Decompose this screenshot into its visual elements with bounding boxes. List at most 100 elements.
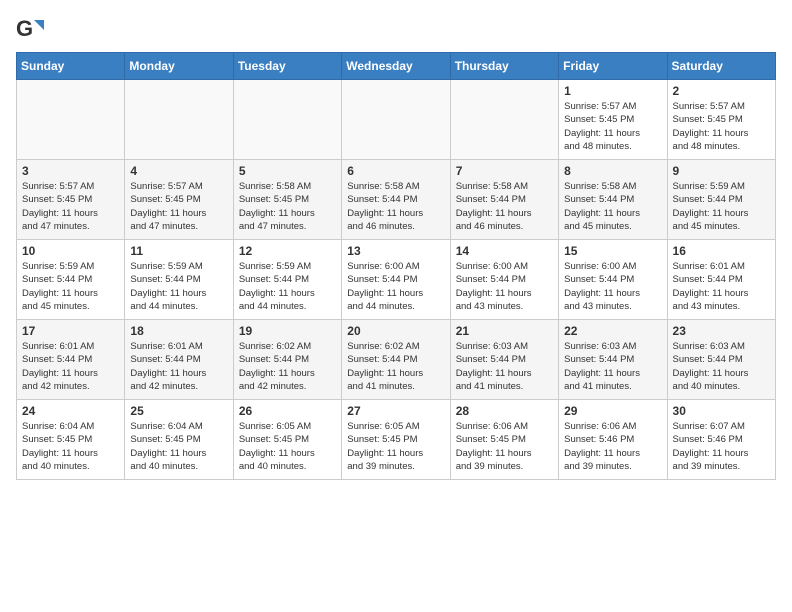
calendar-cell: 23 Sunrise: 6:03 AM Sunset: 5:44 PM Dayli…: [667, 320, 775, 400]
day-info: Sunrise: 5:58 AM Sunset: 5:44 PM Dayligh…: [347, 180, 444, 233]
day-number: 5: [239, 164, 336, 178]
calendar-cell: 3 Sunrise: 5:57 AM Sunset: 5:45 PM Daylig…: [17, 160, 125, 240]
calendar-header-row: SundayMondayTuesdayWednesdayThursdayFrid…: [17, 53, 776, 80]
calendar-cell: 25 Sunrise: 6:04 AM Sunset: 5:45 PM Dayli…: [125, 400, 233, 480]
day-info: Sunrise: 6:05 AM Sunset: 5:45 PM Dayligh…: [239, 420, 336, 473]
weekday-header: Sunday: [17, 53, 125, 80]
calendar-cell: 2 Sunrise: 5:57 AM Sunset: 5:45 PM Daylig…: [667, 80, 775, 160]
day-number: 27: [347, 404, 444, 418]
calendar-cell: 27 Sunrise: 6:05 AM Sunset: 5:45 PM Dayli…: [342, 400, 450, 480]
day-info: Sunrise: 6:00 AM Sunset: 5:44 PM Dayligh…: [456, 260, 553, 313]
day-number: 24: [22, 404, 119, 418]
calendar-cell: 4Sunrise: 5:57 AM Sunset: 5:45 PM Daylig…: [125, 160, 233, 240]
day-number: 8: [564, 164, 661, 178]
day-info: Sunrise: 5:57 AM Sunset: 5:45 PM Dayligh…: [564, 100, 661, 153]
calendar-week-row: 17 Sunrise: 6:01 AM Sunset: 5:44 PM Dayli…: [17, 320, 776, 400]
day-info: Sunrise: 6:04 AM Sunset: 5:45 PM Dayligh…: [22, 420, 119, 473]
calendar-week-row: 1 Sunrise: 5:57 AM Sunset: 5:45 PM Daylig…: [17, 80, 776, 160]
day-info: Sunrise: 6:01 AM Sunset: 5:44 PM Dayligh…: [673, 260, 770, 313]
weekday-header: Thursday: [450, 53, 558, 80]
day-info: Sunrise: 5:59 AM Sunset: 5:44 PM Dayligh…: [130, 260, 227, 313]
day-number: 3: [22, 164, 119, 178]
day-info: Sunrise: 6:02 AM Sunset: 5:44 PM Dayligh…: [347, 340, 444, 393]
day-number: 18: [130, 324, 227, 338]
day-info: Sunrise: 6:06 AM Sunset: 5:45 PM Dayligh…: [456, 420, 553, 473]
day-number: 30: [673, 404, 770, 418]
calendar-cell: 20 Sunrise: 6:02 AM Sunset: 5:44 PM Dayli…: [342, 320, 450, 400]
day-number: 15: [564, 244, 661, 258]
calendar-cell: 26 Sunrise: 6:05 AM Sunset: 5:45 PM Dayli…: [233, 400, 341, 480]
day-info: Sunrise: 5:57 AM Sunset: 5:45 PM Dayligh…: [130, 180, 227, 233]
day-info: Sunrise: 6:04 AM Sunset: 5:45 PM Dayligh…: [130, 420, 227, 473]
calendar-cell: 13 Sunrise: 6:00 AM Sunset: 5:44 PM Dayli…: [342, 240, 450, 320]
calendar-cell: 12 Sunrise: 5:59 AM Sunset: 5:44 PM Dayli…: [233, 240, 341, 320]
day-number: 7: [456, 164, 553, 178]
calendar-cell: 10Sunrise: 5:59 AM Sunset: 5:44 PM Dayli…: [17, 240, 125, 320]
calendar-week-row: 24 Sunrise: 6:04 AM Sunset: 5:45 PM Dayli…: [17, 400, 776, 480]
page-header: G: [16, 16, 776, 44]
day-number: 28: [456, 404, 553, 418]
day-number: 2: [673, 84, 770, 98]
calendar-cell: 28 Sunrise: 6:06 AM Sunset: 5:45 PM Dayli…: [450, 400, 558, 480]
logo-icon: G: [16, 16, 44, 44]
day-info: Sunrise: 5:57 AM Sunset: 5:45 PM Dayligh…: [673, 100, 770, 153]
svg-text:G: G: [16, 16, 33, 41]
day-number: 20: [347, 324, 444, 338]
calendar-week-row: 10 Sunrise: 5:59 AM Sunset: 5:44 PM Dayli…: [17, 240, 776, 320]
day-number: 10: [22, 244, 119, 258]
day-info: Sunrise: 6:07 AM Sunset: 5:46 PM Dayligh…: [673, 420, 770, 473]
day-number: 23: [673, 324, 770, 338]
day-info: Sunrise: 5:58 AM Sunset: 5:44 PM Dayligh…: [456, 180, 553, 233]
calendar-cell: 1 Sunrise: 5:57 AM Sunset: 5:45 PM Daylig…: [559, 80, 667, 160]
day-number: 11: [130, 244, 227, 258]
day-info: Sunrise: 6:00 AM Sunset: 5:44 PM Dayligh…: [347, 260, 444, 313]
calendar-cell: 9 Sunrise: 5:59 AM Sunset: 5:44 PM Daylig…: [667, 160, 775, 240]
day-number: 13: [347, 244, 444, 258]
day-info: Sunrise: 6:03 AM Sunset: 5:44 PM Dayligh…: [564, 340, 661, 393]
calendar-cell: [233, 80, 341, 160]
day-info: Sunrise: 5:59 AM Sunset: 5:44 PM Dayligh…: [239, 260, 336, 313]
day-number: 1: [564, 84, 661, 98]
calendar-cell: 7 Sunrise: 5:58 AM Sunset: 5:44 PM Daylig…: [450, 160, 558, 240]
calendar-cell: 17 Sunrise: 6:01 AM Sunset: 5:44 PM Dayli…: [17, 320, 125, 400]
calendar-cell: 16 Sunrise: 6:01 AM Sunset: 5:44 PM Dayli…: [667, 240, 775, 320]
calendar-cell: 6 Sunrise: 5:58 AM Sunset: 5:44 PM Daylig…: [342, 160, 450, 240]
day-number: 14: [456, 244, 553, 258]
day-number: 29: [564, 404, 661, 418]
weekday-header: Monday: [125, 53, 233, 80]
day-info: Sunrise: 6:00 AM Sunset: 5:44 PM Dayligh…: [564, 260, 661, 313]
day-number: 17: [22, 324, 119, 338]
weekday-header: Wednesday: [342, 53, 450, 80]
calendar-cell: [450, 80, 558, 160]
day-info: Sunrise: 5:58 AM Sunset: 5:44 PM Dayligh…: [564, 180, 661, 233]
day-number: 6: [347, 164, 444, 178]
day-number: 12: [239, 244, 336, 258]
day-number: 21: [456, 324, 553, 338]
calendar-cell: 24 Sunrise: 6:04 AM Sunset: 5:45 PM Dayli…: [17, 400, 125, 480]
calendar-cell: 18 Sunrise: 6:01 AM Sunset: 5:44 PM Dayli…: [125, 320, 233, 400]
day-number: 22: [564, 324, 661, 338]
calendar-cell: 5Sunrise: 5:58 AM Sunset: 5:45 PM Daylig…: [233, 160, 341, 240]
day-number: 25: [130, 404, 227, 418]
calendar-table: SundayMondayTuesdayWednesdayThursdayFrid…: [16, 52, 776, 480]
day-number: 9: [673, 164, 770, 178]
logo: G: [16, 16, 48, 44]
calendar-cell: [125, 80, 233, 160]
day-info: Sunrise: 5:59 AM Sunset: 5:44 PM Dayligh…: [673, 180, 770, 233]
calendar-cell: 30 Sunrise: 6:07 AM Sunset: 5:46 PM Dayli…: [667, 400, 775, 480]
calendar-cell: 29Sunrise: 6:06 AM Sunset: 5:46 PM Dayli…: [559, 400, 667, 480]
calendar-cell: 11 Sunrise: 5:59 AM Sunset: 5:44 PM Dayli…: [125, 240, 233, 320]
calendar-cell: 14 Sunrise: 6:00 AM Sunset: 5:44 PM Dayli…: [450, 240, 558, 320]
day-info: Sunrise: 6:01 AM Sunset: 5:44 PM Dayligh…: [130, 340, 227, 393]
day-info: Sunrise: 6:03 AM Sunset: 5:44 PM Dayligh…: [673, 340, 770, 393]
day-info: Sunrise: 6:05 AM Sunset: 5:45 PM Dayligh…: [347, 420, 444, 473]
calendar-cell: [342, 80, 450, 160]
day-number: 26: [239, 404, 336, 418]
day-info: Sunrise: 5:57 AM Sunset: 5:45 PM Dayligh…: [22, 180, 119, 233]
calendar-cell: 15 Sunrise: 6:00 AM Sunset: 5:44 PM Dayli…: [559, 240, 667, 320]
day-number: 16: [673, 244, 770, 258]
calendar-cell: 22 Sunrise: 6:03 AM Sunset: 5:44 PM Dayli…: [559, 320, 667, 400]
calendar-cell: [17, 80, 125, 160]
day-info: Sunrise: 6:01 AM Sunset: 5:44 PM Dayligh…: [22, 340, 119, 393]
day-info: Sunrise: 6:03 AM Sunset: 5:44 PM Dayligh…: [456, 340, 553, 393]
